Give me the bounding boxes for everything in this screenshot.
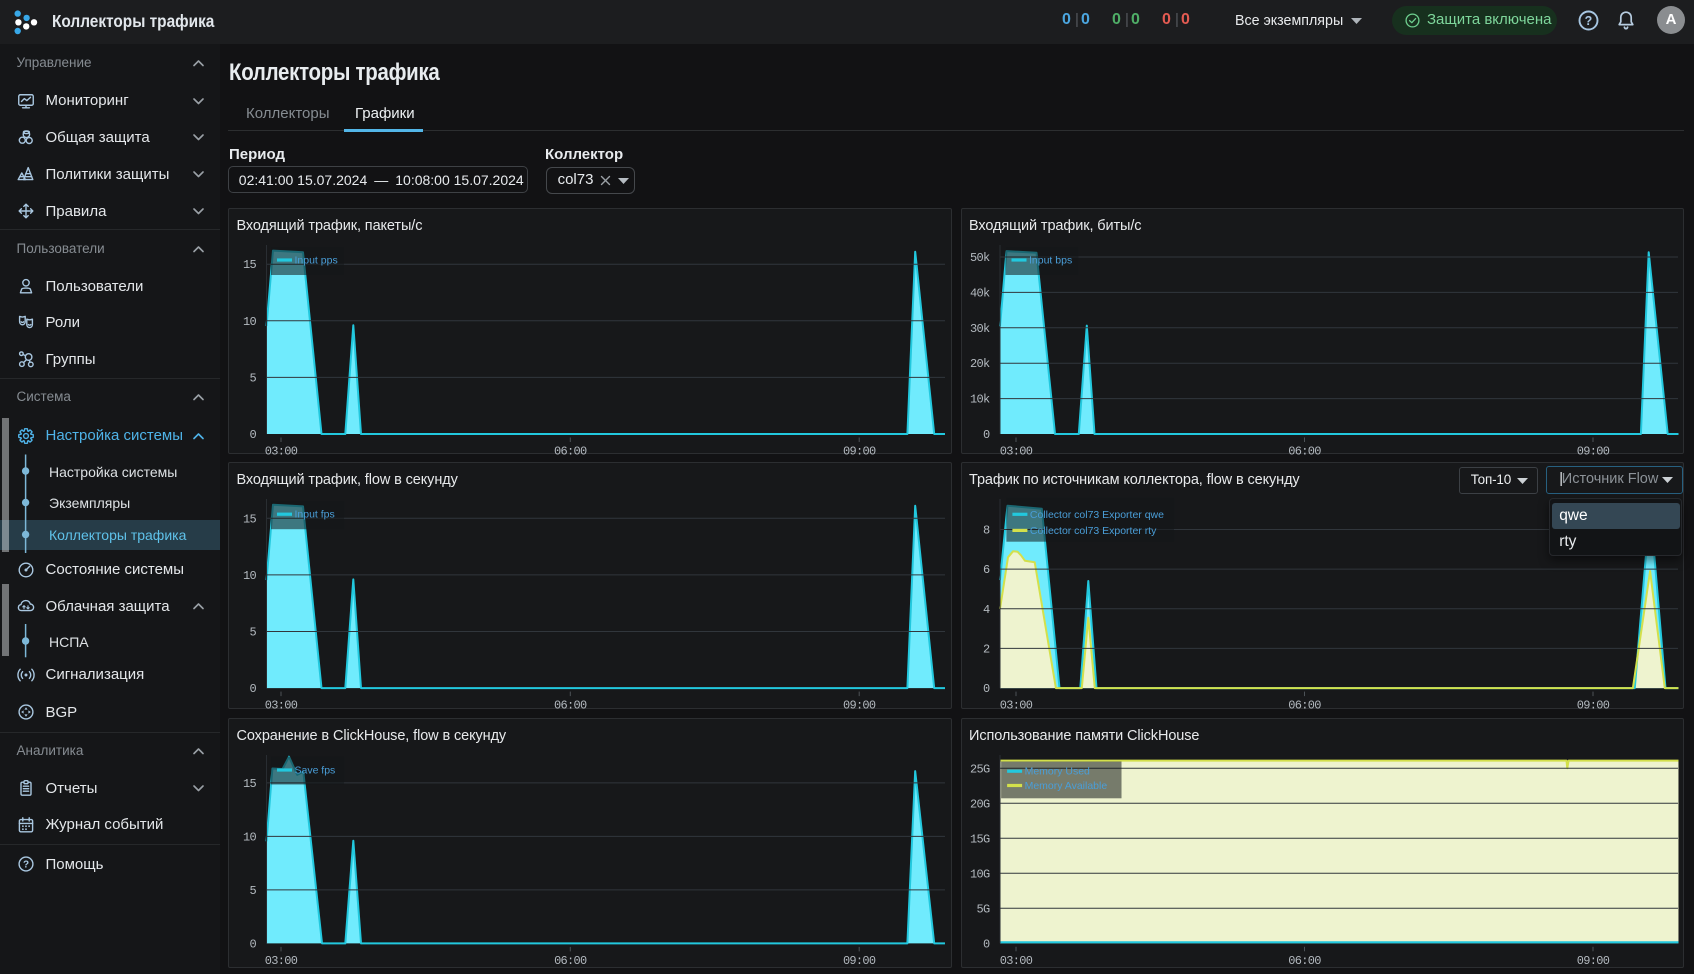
svg-text:10: 10 (243, 569, 256, 583)
svg-text:03:00: 03:00 (265, 699, 298, 710)
svg-text:03:00: 03:00 (265, 445, 298, 455)
svg-text:40k: 40k (969, 286, 989, 300)
svg-text:5: 5 (250, 884, 257, 898)
svg-text:0: 0 (249, 428, 256, 442)
svg-text:?: ? (1585, 14, 1593, 28)
svg-text:20G: 20G (970, 797, 990, 811)
svg-text:Input fps: Input fps (295, 510, 335, 521)
svg-text:5: 5 (249, 371, 256, 385)
svg-text:10G: 10G (970, 867, 990, 881)
svg-text:15: 15 (243, 258, 257, 272)
svg-text:10k: 10k (969, 393, 989, 407)
svg-text:Memory Available: Memory Available (1024, 781, 1107, 792)
svg-text:5: 5 (250, 626, 257, 640)
svg-text:0: 0 (250, 937, 257, 951)
svg-text:Collector col73 Exporter qwe: Collector col73 Exporter qwe (1029, 510, 1163, 521)
svg-text:06:00: 06:00 (1288, 954, 1321, 968)
svg-text:10: 10 (243, 830, 256, 844)
svg-text:09:00: 09:00 (843, 445, 876, 455)
svg-text:0: 0 (250, 682, 257, 696)
svg-text:Collector col73 Exporter rty: Collector col73 Exporter rty (1029, 526, 1156, 537)
svg-text:8: 8 (983, 524, 990, 538)
svg-text:Input pps: Input pps (295, 255, 338, 267)
svg-text:09:00: 09:00 (843, 954, 876, 968)
svg-text:06:00: 06:00 (554, 699, 587, 710)
svg-text:03:00: 03:00 (999, 699, 1032, 710)
svg-text:30k: 30k (969, 322, 989, 336)
svg-text:6: 6 (983, 563, 990, 577)
svg-text:06:00: 06:00 (1288, 699, 1321, 710)
svg-text:2: 2 (983, 643, 990, 657)
svg-text:06:00: 06:00 (554, 954, 587, 968)
svg-text:25G: 25G (970, 762, 990, 776)
svg-text:15: 15 (243, 513, 256, 527)
svg-text:09:00: 09:00 (1576, 445, 1609, 455)
svg-text:15: 15 (243, 777, 256, 791)
svg-text:0: 0 (983, 682, 990, 696)
svg-text:10: 10 (243, 315, 257, 329)
svg-text:5G: 5G (976, 902, 989, 916)
svg-text:15G: 15G (970, 832, 990, 846)
svg-text:Save fps: Save fps (295, 765, 336, 776)
svg-text:09:00: 09:00 (1576, 699, 1609, 710)
svg-text:0: 0 (982, 428, 989, 442)
svg-text:06:00: 06:00 (1288, 445, 1321, 455)
svg-text:Memory Used: Memory Used (1024, 767, 1089, 778)
svg-text:Input bps: Input bps (1029, 255, 1072, 267)
svg-text:06:00: 06:00 (554, 445, 587, 455)
svg-text:03:00: 03:00 (265, 954, 298, 968)
svg-text:09:00: 09:00 (843, 699, 876, 710)
svg-text:?: ? (23, 859, 29, 870)
svg-text:20k: 20k (969, 357, 989, 371)
svg-text:03:00: 03:00 (999, 445, 1032, 455)
svg-text:4: 4 (983, 603, 990, 617)
svg-text:0: 0 (983, 937, 990, 951)
svg-text:50k: 50k (969, 251, 989, 265)
svg-text:03:00: 03:00 (999, 954, 1032, 968)
svg-text:09:00: 09:00 (1576, 954, 1609, 968)
